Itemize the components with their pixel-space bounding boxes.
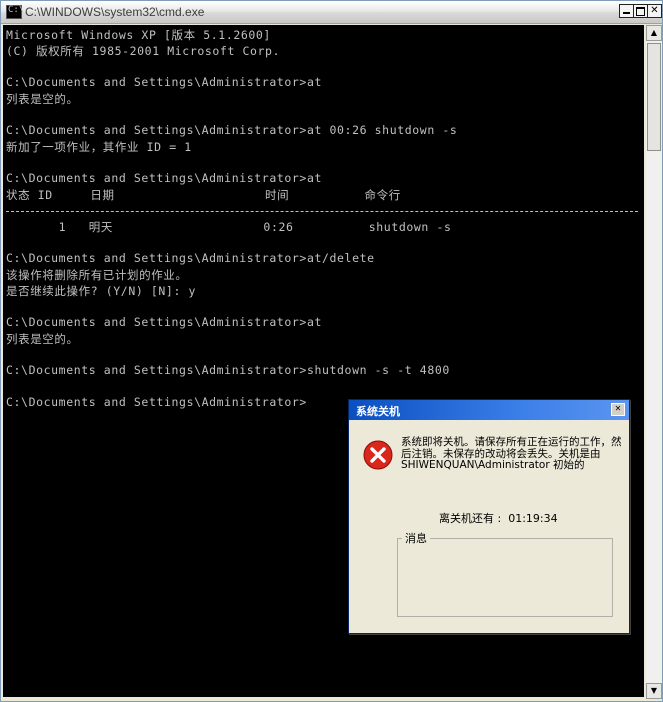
- table-separator: [6, 211, 638, 212]
- window-title: C:\WINDOWS\system32\cmd.exe: [25, 5, 205, 19]
- console-line: C:\Documents and Settings\Administrator>…: [6, 363, 450, 377]
- minimize-icon: [623, 12, 630, 14]
- console-line: 是否继续此操作? (Y/N) [N]: y: [6, 284, 197, 298]
- console-line: Microsoft Windows XP [版本 5.1.2600]: [6, 28, 271, 42]
- console-line: C:\Documents and Settings\Administrator>…: [6, 123, 458, 137]
- message-groupbox-label: 消息: [402, 530, 430, 546]
- scroll-down-arrow-icon[interactable]: ▼: [646, 683, 662, 699]
- cmd-app-icon[interactable]: C:\: [6, 5, 25, 19]
- countdown-value: 01:19:34: [508, 512, 558, 525]
- close-button[interactable]: ✕: [647, 4, 662, 18]
- scroll-up-arrow-icon[interactable]: ▲: [646, 25, 662, 41]
- countdown-label: 离关机还有 :: [439, 512, 502, 525]
- console-line: 该操作将删除所有已计划的作业。: [6, 268, 188, 282]
- console-line: 状态 ID 日期 时间 命令行: [6, 188, 401, 202]
- error-icon: [363, 440, 393, 470]
- dialog-title: 系统关机: [356, 405, 400, 418]
- shutdown-countdown: 离关机还有 : 01:19:34: [439, 510, 558, 526]
- title-bar[interactable]: C:\ C:\WINDOWS\system32\cmd.exe ✕: [1, 1, 662, 24]
- console-line: C:\Documents and Settings\Administrator>…: [6, 251, 375, 265]
- console-line: C:\Documents and Settings\Administrator>…: [6, 75, 322, 89]
- console-line: 新加了一项作业，其作业 ID = 1: [6, 140, 192, 154]
- vertical-scrollbar[interactable]: ▲ ▼: [646, 25, 662, 699]
- console-line: 列表是空的。: [6, 92, 79, 106]
- dialog-close-button[interactable]: ✕: [611, 403, 625, 416]
- minimize-button[interactable]: [619, 4, 634, 18]
- shutdown-dialog: 系统关机 ✕ 系统即将关机。请保存所有正在运行的工作，然后注销。未保存的改动将会…: [348, 399, 630, 634]
- console-line: 列表是空的。: [6, 332, 79, 346]
- dialog-title-bar[interactable]: 系统关机 ✕: [349, 400, 629, 420]
- shutdown-message: 系统即将关机。请保存所有正在运行的工作，然后注销。未保存的改动将会丢失。关机是由…: [401, 436, 622, 471]
- message-groupbox: [397, 538, 613, 617]
- console-line: (C) 版权所有 1985-2001 Microsoft Corp.: [6, 44, 281, 58]
- cmd-icon-text: C:\: [8, 5, 25, 15]
- maximize-button[interactable]: [633, 4, 648, 18]
- console-prompt: C:\Documents and Settings\Administrator>: [6, 395, 307, 409]
- maximize-icon: [636, 7, 645, 16]
- scrollbar-thumb[interactable]: [647, 43, 661, 151]
- console-line: C:\Documents and Settings\Administrator>…: [6, 315, 322, 329]
- console-line: C:\Documents and Settings\Administrator>…: [6, 171, 322, 185]
- console-line: 1 明天 0:26 shutdown -s: [6, 220, 452, 234]
